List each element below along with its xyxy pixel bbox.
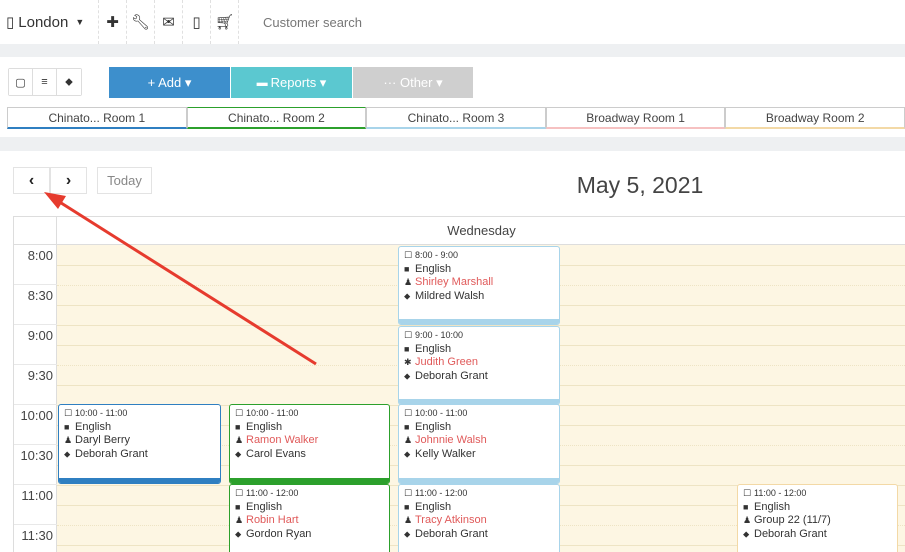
- divider: [0, 44, 905, 57]
- user-icon: ♟: [404, 435, 413, 446]
- wrench-icon[interactable]: 🔧︎: [127, 0, 155, 44]
- calendar-icon: ☐: [235, 488, 244, 498]
- calendar-icon: ☐: [235, 408, 244, 418]
- reports-button[interactable]: ▬ Reports ▾: [231, 67, 352, 98]
- mobile-icon[interactable]: ▯: [183, 0, 211, 44]
- room-tab[interactable]: Chinato... Room 2: [186, 107, 367, 129]
- customer-search-input[interactable]: Customer search: [239, 0, 905, 44]
- teacher-icon: ⬥: [235, 448, 242, 459]
- room-tab[interactable]: Chinato... Room 3: [366, 107, 546, 129]
- date-title: May 5, 2021: [576, 172, 704, 198]
- teacher-icon: ⬥: [404, 528, 411, 539]
- time-label: 8:30: [14, 285, 57, 325]
- asterisk-icon: ✱: [404, 357, 412, 368]
- time-label: 9:30: [14, 365, 57, 405]
- building-icon: ▯: [6, 14, 15, 31]
- graduation-cap-icon[interactable]: ⬥: [57, 69, 81, 95]
- other-button[interactable]: ··· Other ▾: [353, 67, 473, 98]
- day-name: Wednesday: [447, 223, 516, 238]
- calendar-icon: ☐: [404, 330, 413, 340]
- top-bar: ▯ London ▼ ✚ 🔧︎ ✉ ▯ 🛒︎ Customer search: [0, 0, 905, 44]
- calendar-view-icon[interactable]: ▢: [9, 69, 33, 95]
- list-view-icon[interactable]: ≡: [33, 69, 57, 95]
- book-icon: ■: [743, 501, 749, 512]
- time-label: 10:00: [14, 405, 57, 445]
- user-icon: ♟: [404, 515, 413, 526]
- user-icon: ♟: [235, 435, 244, 446]
- prev-day-button[interactable]: ‹: [13, 167, 50, 194]
- lesson-event[interactable]: ☐ 11:00 - 12:00 ■ English ♟ Group 22 (11/7)…: [737, 484, 898, 552]
- today-button[interactable]: Today: [97, 167, 152, 194]
- date-nav: ‹ ›: [13, 167, 87, 194]
- toolbar: ▢ ≡ ⬥ + Add ▾ ▬ Reports ▾ ··· Other ▾: [0, 57, 905, 105]
- envelope-icon[interactable]: ✉: [155, 0, 183, 44]
- divider: [0, 137, 905, 151]
- teacher-icon: ⬥: [404, 448, 411, 459]
- lesson-event[interactable]: ☐ 10:00 - 11:00 ■ English ♟ Ramon Walker ⬥ C…: [229, 404, 390, 484]
- lesson-event[interactable]: ☐ 11:00 - 12:00 ■ English ♟ Robin Hart ⬥ Gor…: [229, 484, 390, 552]
- view-switcher: ▢ ≡ ⬥: [8, 68, 82, 96]
- reports-label: Reports ▾: [270, 74, 327, 90]
- book-icon: ■: [404, 343, 410, 354]
- group-icon: ♟: [743, 515, 752, 526]
- teacher-icon: ⬥: [743, 528, 750, 539]
- book-icon: ■: [235, 501, 241, 512]
- next-day-button[interactable]: ›: [50, 167, 87, 194]
- caret-down-icon: ▼: [75, 17, 85, 27]
- room-tab[interactable]: Broadway Room 1: [545, 107, 726, 129]
- day-header: Wednesday: [14, 216, 905, 245]
- lesson-event[interactable]: ☐ 10:00 - 11:00 ■ English ♟ Daryl Berry ⬥ De…: [58, 404, 221, 484]
- time-label: 8:00: [14, 245, 57, 285]
- user-icon: ♟: [64, 435, 73, 446]
- book-icon: ■: [235, 421, 241, 432]
- lesson-event[interactable]: ☐ 11:00 - 12:00 ■ English ♟ Tracy Atkinson …: [398, 484, 560, 552]
- calendar-grid: Wednesday 8:00 8:30 9:00 9:30 10:00 10:3…: [13, 216, 905, 552]
- time-column: 8:00 8:30 9:00 9:30 10:00 10:30 11:00 11…: [14, 245, 57, 552]
- plus-icon[interactable]: ✚: [99, 0, 127, 44]
- location-label: London: [18, 13, 69, 31]
- room-tab[interactable]: Broadway Room 2: [725, 107, 905, 129]
- calendar-icon: ☐: [404, 250, 413, 260]
- calendar-icon: ☐: [64, 408, 73, 418]
- lesson-event[interactable]: ☐ 10:00 - 11:00 ■ English ♟ Johnnie Walsh ⬥…: [398, 404, 560, 484]
- calendar-icon: ☐: [404, 408, 413, 418]
- book-icon: ■: [64, 421, 70, 432]
- teacher-icon: ⬥: [235, 528, 242, 539]
- calendar-icon: ☐: [404, 488, 413, 498]
- user-icon: ♟: [404, 277, 413, 288]
- room-tabs: Chinato... Room 1 Chinato... Room 2 Chin…: [7, 107, 905, 129]
- add-button[interactable]: + Add ▾: [109, 67, 230, 98]
- book-icon: ■: [404, 501, 410, 512]
- time-label: 10:30: [14, 445, 57, 485]
- teacher-icon: ⬥: [64, 448, 71, 459]
- time-label: 11:00: [14, 485, 57, 525]
- teacher-icon: ⬥: [404, 370, 411, 381]
- time-label: 11:30: [14, 525, 57, 552]
- gutter: [14, 217, 57, 245]
- lesson-event[interactable]: ☐ 8:00 - 9:00 ■ English ♟ Shirley Marshall …: [398, 246, 560, 325]
- cart-icon[interactable]: 🛒︎: [211, 0, 239, 44]
- lesson-event[interactable]: ☐ 9:00 - 10:00 ■ English ✱ Judith Green ⬥ De…: [398, 326, 560, 405]
- room-tab[interactable]: Chinato... Room 1: [7, 107, 187, 129]
- calendar-icon: ☐: [743, 488, 752, 498]
- book-icon: ■: [404, 421, 410, 432]
- time-label: 9:00: [14, 325, 57, 365]
- location-selector[interactable]: ▯ London ▼: [0, 0, 99, 44]
- teacher-icon: ⬥: [404, 290, 411, 301]
- arrow-head: [44, 192, 66, 209]
- book-icon: ■: [404, 263, 410, 274]
- user-icon: ♟: [235, 515, 244, 526]
- print-icon: ▬: [256, 76, 268, 89]
